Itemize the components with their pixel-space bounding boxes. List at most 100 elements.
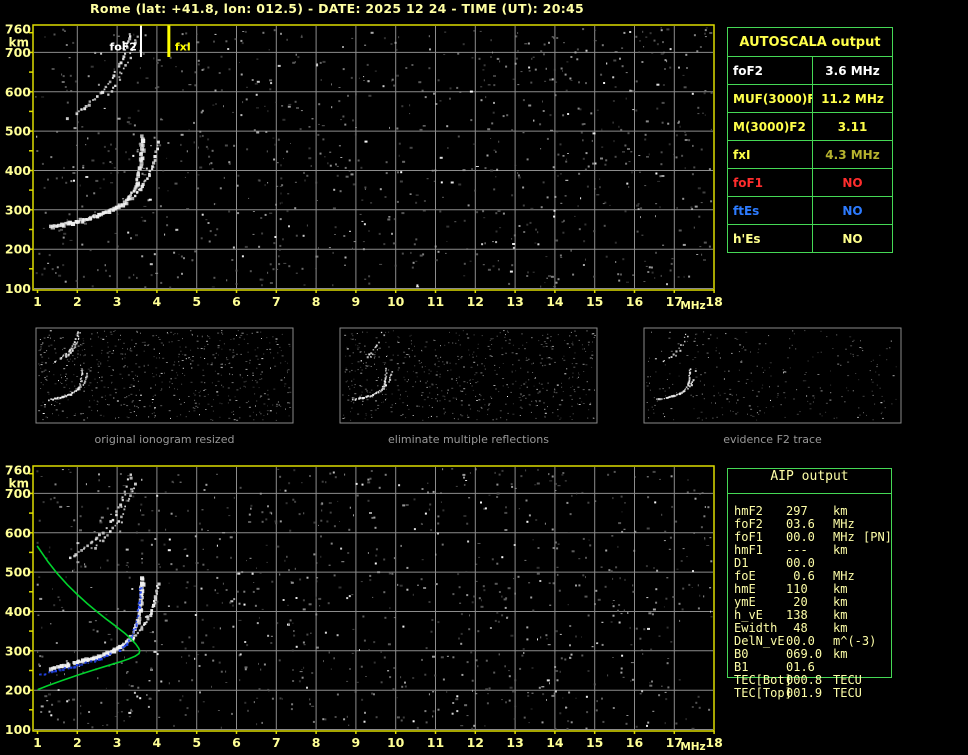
svg-text:1: 1 — [33, 735, 42, 750]
aip-row-hmF2: hmF2 297 km — [728, 504, 898, 518]
svg-text:16: 16 — [626, 735, 644, 750]
aip-field: 000.8 — [786, 673, 823, 687]
aip-field: TECU — [833, 673, 862, 687]
svg-text:14: 14 — [546, 294, 564, 309]
aip-field: TEC[Top] — [734, 686, 792, 700]
marker-label-foF2: foF2 — [109, 41, 137, 54]
svg-text:400: 400 — [5, 604, 31, 619]
aip-row-B1: B1 01.6 — [728, 660, 898, 674]
aip-row-B0: B0 069.0 km — [728, 647, 898, 661]
aip-field: 03.6 — [786, 517, 815, 531]
autoscala-param-value: NO — [812, 196, 893, 225]
svg-text:15: 15 — [586, 735, 603, 750]
aip-field: DelN_vE — [734, 634, 785, 648]
aip-field: 00.0 — [786, 634, 815, 648]
autoscala-param-value: 4.3 MHz — [812, 140, 893, 169]
autoscala-row-foF1: foF1 NO — [727, 168, 893, 197]
autoscala-row-MUF3000F2: MUF(3000)F211.2 MHz — [727, 84, 893, 113]
svg-text:760: 760 — [5, 462, 31, 477]
autoscala-param-value: 3.6 MHz — [812, 56, 893, 85]
aip-field: hmE — [734, 582, 756, 596]
aip-field: MHz — [833, 569, 855, 583]
aip-field: foF2 — [734, 517, 763, 531]
svg-text:700: 700 — [5, 45, 31, 60]
autoscala-param-value: NO — [812, 224, 893, 253]
aip-field: h_vE — [734, 608, 763, 622]
autoscala-row-M3000F2: M(3000)F2 3.11 — [727, 112, 893, 141]
aip-table-title: AIP output — [728, 469, 891, 494]
aip-row-DelNvE: DelN_vE 00.0 m^(-3) — [728, 634, 898, 648]
svg-text:11: 11 — [427, 294, 444, 309]
aip-field: foE — [734, 569, 756, 583]
aip-output-table: AIP output hmF2 297 km foF2 03.6 MHz foF1 00.0 M… — [727, 468, 892, 700]
autoscala-param-label: foF1 — [727, 168, 813, 197]
thumbnail-caption-evidence: evidence F2 trace — [723, 433, 822, 446]
thumbnail-caption-original: original ionogram resized — [94, 433, 235, 446]
svg-text:7: 7 — [272, 294, 281, 309]
autoscala-param-value: 11.2 MHz — [812, 84, 893, 113]
aip-field: hmF2 — [734, 504, 763, 518]
aip-row-hmE: hmE 110 km — [728, 582, 898, 596]
aip-field: TECU — [833, 686, 862, 700]
svg-text:11: 11 — [427, 735, 444, 750]
page-title: Rome (lat: +41.8, lon: 012.5) - DATE: 20… — [90, 1, 585, 16]
thumbnail-caption-eliminate: eliminate multiple reflections — [388, 433, 549, 446]
aip-field: km — [833, 608, 848, 622]
svg-text:9: 9 — [352, 294, 361, 309]
aip-row-ymE: ymE 20 km — [728, 595, 898, 609]
svg-text:5: 5 — [192, 294, 201, 309]
aip-field: MHz — [833, 517, 855, 531]
aip-field: --- — [786, 543, 808, 557]
aip-field: km — [833, 595, 848, 609]
autoscala-output-table: AUTOSCALA output foF23.6 MHzMUF(3000)F21… — [727, 27, 893, 253]
svg-text:760: 760 — [5, 21, 31, 36]
svg-text:4: 4 — [153, 735, 162, 750]
aip-row-D1: D1 00.0 — [728, 556, 898, 570]
svg-text:200: 200 — [5, 683, 31, 698]
aip-field: 297 — [786, 504, 808, 518]
aip-field: B0 — [734, 647, 749, 661]
svg-text:1: 1 — [33, 294, 42, 309]
aip-field: D1 — [734, 556, 749, 570]
svg-text:200: 200 — [5, 242, 31, 257]
svg-text:12: 12 — [467, 294, 484, 309]
aip-field: 069.0 — [786, 647, 823, 661]
svg-text:9: 9 — [352, 735, 361, 750]
svg-text:10: 10 — [387, 294, 405, 309]
aip-row-TECTop: TEC[Top] 001.9 TECU — [728, 686, 898, 700]
svg-text:500: 500 — [5, 124, 31, 139]
aip-field: 00.0 — [786, 530, 815, 544]
svg-text:14: 14 — [546, 735, 564, 750]
svg-text:12: 12 — [467, 735, 484, 750]
svg-text:6: 6 — [232, 735, 241, 750]
aip-row-foE: foE 0.6 MHz — [728, 569, 898, 583]
autoscala-param-value: 3.11 — [812, 112, 893, 141]
svg-text:100: 100 — [5, 281, 31, 296]
aip-row-hmF1: hmF1 --- km — [728, 543, 898, 557]
aip-field: 001.9 — [786, 686, 823, 700]
autoscala-param-label: M(3000)F2 — [727, 112, 813, 141]
svg-text:400: 400 — [5, 163, 31, 178]
svg-text:3: 3 — [113, 294, 122, 309]
aip-field: hmF1 — [734, 543, 763, 557]
svg-text:18: 18 — [705, 735, 722, 750]
svg-text:6: 6 — [232, 294, 241, 309]
svg-text:600: 600 — [5, 525, 31, 540]
autoscala-row-fxI: fxI 4.3 MHz — [727, 140, 893, 169]
aip-field: 138 — [786, 608, 808, 622]
aip-row-foF1: foF1 00.0 MHz [PN] — [728, 530, 898, 544]
autoscala-param-value: NO — [812, 168, 893, 197]
svg-text:300: 300 — [5, 643, 31, 658]
aip-field: 48 — [786, 621, 808, 635]
aip-field: 20 — [786, 595, 808, 609]
svg-text:600: 600 — [5, 84, 31, 99]
aip-field: km — [833, 543, 848, 557]
svg-text:300: 300 — [5, 202, 31, 217]
autoscala-param-label: h'Es — [727, 224, 813, 253]
aip-field: ymE — [734, 595, 756, 609]
aip-field: 00.0 — [786, 556, 815, 570]
svg-text:4: 4 — [153, 294, 162, 309]
svg-text:15: 15 — [586, 294, 603, 309]
aip-field: B1 — [734, 660, 749, 674]
aip-field: 110 — [786, 582, 808, 596]
